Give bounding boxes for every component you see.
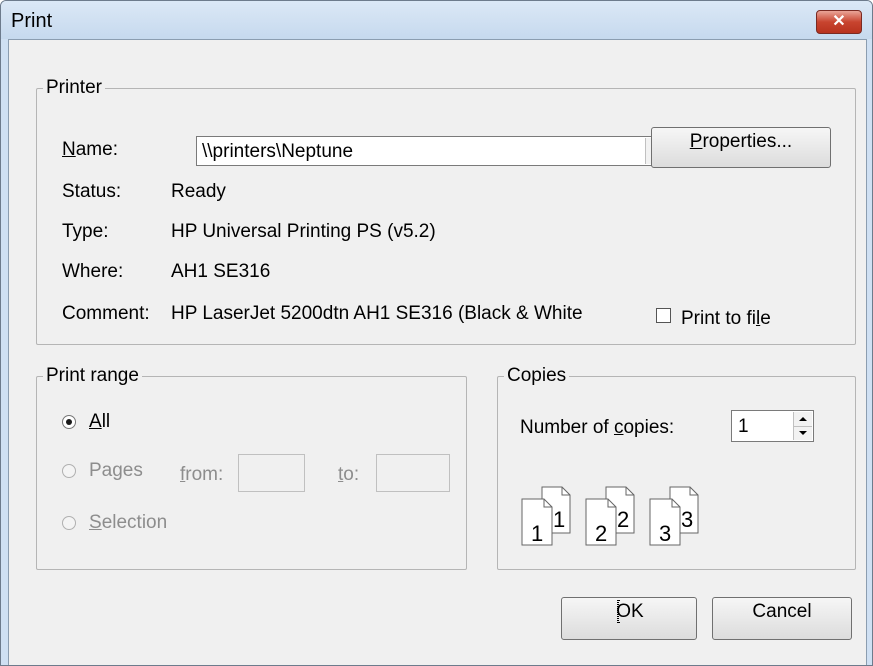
print-dialog: Print ✕ Printer Name: \\printers\Neptune… <box>0 0 873 666</box>
status-value: Ready <box>171 181 226 202</box>
printer-name-value: \\printers\Neptune <box>202 141 354 162</box>
collate-page-2b: 2 <box>617 507 629 532</box>
ok-button[interactable]: OK <box>561 597 697 640</box>
range-pages-label[interactable]: Pages <box>89 460 143 482</box>
range-pages-radio[interactable] <box>62 464 76 478</box>
to-input[interactable] <box>376 454 450 492</box>
close-button[interactable]: ✕ <box>816 10 862 34</box>
comment-label: Comment: <box>62 303 150 324</box>
range-selection-label[interactable]: Selection <box>89 512 167 534</box>
printer-group: Printer Name: \\printers\Neptune Propert… <box>36 77 856 345</box>
collate-page-2a: 2 <box>595 521 607 546</box>
close-icon: ✕ <box>832 13 846 30</box>
print-to-file-label[interactable]: Print to file <box>681 308 771 330</box>
printer-group-label: Printer <box>43 77 105 99</box>
cancel-button[interactable]: Cancel <box>712 597 852 640</box>
collate-set-3: 3 3 <box>649 486 699 546</box>
spin-down-icon[interactable] <box>794 426 812 441</box>
name-label: Name: <box>62 139 118 160</box>
range-selection-radio[interactable] <box>62 516 76 530</box>
title-bar: Print ✕ <box>1 1 872 39</box>
collate-icon: 1 1 2 2 3 3 <box>521 486 699 546</box>
properties-button-label: Properties... <box>689 131 793 152</box>
cancel-button-label: Cancel <box>752 601 812 622</box>
type-label: Type: <box>62 221 109 242</box>
collate-set-1: 1 1 <box>521 486 571 546</box>
printer-name-dropdown[interactable]: \\printers\Neptune <box>196 136 670 166</box>
number-of-copies-label: Number of copies: <box>520 417 675 438</box>
spinner-buttons[interactable] <box>793 412 812 440</box>
collate-page-1a: 1 <box>531 521 543 546</box>
range-all-label[interactable]: All <box>89 411 110 433</box>
spin-up-icon[interactable] <box>794 412 812 426</box>
properties-button[interactable]: Properties... <box>651 127 831 168</box>
where-label: Where: <box>62 261 124 282</box>
name-label-rest: ame: <box>75 139 118 160</box>
copies-spinner[interactable]: 1 <box>731 410 814 442</box>
print-range-group-label: Print range <box>43 365 142 387</box>
window-title: Print <box>11 10 53 32</box>
collate-page-3a: 3 <box>659 521 671 546</box>
copies-value: 1 <box>738 416 749 437</box>
print-to-file-checkbox[interactable] <box>656 308 671 323</box>
comment-value: HP LaserJet 5200dtn AH1 SE316 (Black & W… <box>171 303 583 324</box>
dialog-body: Printer Name: \\printers\Neptune Propert… <box>8 39 867 665</box>
collate-page-1b: 1 <box>553 507 565 532</box>
copies-group-label: Copies <box>504 365 570 387</box>
print-range-group: Print range All Pages from: to: Selectio… <box>36 365 467 570</box>
ok-button-label: OK <box>616 601 644 622</box>
from-label: from: <box>180 464 224 485</box>
status-label: Status: <box>62 181 122 202</box>
collate-page-3b: 3 <box>681 507 693 532</box>
to-label: to: <box>338 464 360 485</box>
collate-set-2: 2 2 <box>585 486 635 546</box>
from-input[interactable] <box>238 454 305 492</box>
range-all-radio[interactable] <box>62 415 76 429</box>
where-value: AH1 SE316 <box>171 261 271 282</box>
type-value: HP Universal Printing PS (v5.2) <box>171 221 436 242</box>
